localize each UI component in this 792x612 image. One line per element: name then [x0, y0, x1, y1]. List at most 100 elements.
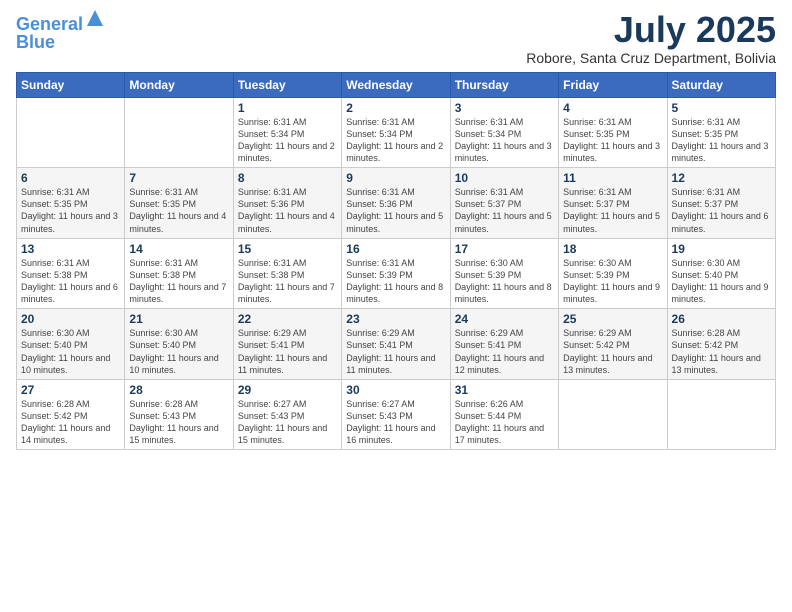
calendar-table: SundayMondayTuesdayWednesdayThursdayFrid…	[16, 72, 776, 451]
day-number: 13	[21, 242, 120, 256]
location-title: Robore, Santa Cruz Department, Bolivia	[526, 50, 776, 66]
day-number: 9	[346, 171, 445, 185]
weekday-header-thursday: Thursday	[450, 72, 558, 97]
weekday-header-tuesday: Tuesday	[233, 72, 341, 97]
day-info: Sunrise: 6:31 AM Sunset: 5:36 PM Dayligh…	[346, 186, 445, 235]
week-row-4: 20Sunrise: 6:30 AM Sunset: 5:40 PM Dayli…	[17, 309, 776, 380]
day-info: Sunrise: 6:31 AM Sunset: 5:37 PM Dayligh…	[563, 186, 662, 235]
day-info: Sunrise: 6:28 AM Sunset: 5:42 PM Dayligh…	[21, 398, 120, 447]
day-number: 20	[21, 312, 120, 326]
calendar-cell: 10Sunrise: 6:31 AM Sunset: 5:37 PM Dayli…	[450, 168, 558, 239]
calendar-cell: 28Sunrise: 6:28 AM Sunset: 5:43 PM Dayli…	[125, 379, 233, 450]
calendar-cell: 23Sunrise: 6:29 AM Sunset: 5:41 PM Dayli…	[342, 309, 450, 380]
day-info: Sunrise: 6:31 AM Sunset: 5:37 PM Dayligh…	[672, 186, 771, 235]
day-number: 11	[563, 171, 662, 185]
day-info: Sunrise: 6:31 AM Sunset: 5:37 PM Dayligh…	[455, 186, 554, 235]
calendar-cell: 6Sunrise: 6:31 AM Sunset: 5:35 PM Daylig…	[17, 168, 125, 239]
day-number: 24	[455, 312, 554, 326]
day-info: Sunrise: 6:27 AM Sunset: 5:43 PM Dayligh…	[346, 398, 445, 447]
day-number: 3	[455, 101, 554, 115]
day-info: Sunrise: 6:31 AM Sunset: 5:39 PM Dayligh…	[346, 257, 445, 306]
weekday-header-saturday: Saturday	[667, 72, 775, 97]
calendar-cell: 3Sunrise: 6:31 AM Sunset: 5:34 PM Daylig…	[450, 97, 558, 168]
day-number: 23	[346, 312, 445, 326]
day-info: Sunrise: 6:31 AM Sunset: 5:34 PM Dayligh…	[455, 116, 554, 165]
day-number: 1	[238, 101, 337, 115]
calendar-cell: 15Sunrise: 6:31 AM Sunset: 5:38 PM Dayli…	[233, 238, 341, 309]
logo: General Blue	[16, 10, 105, 51]
day-number: 4	[563, 101, 662, 115]
day-info: Sunrise: 6:29 AM Sunset: 5:41 PM Dayligh…	[455, 327, 554, 376]
header: General Blue July 2025 Robore, Santa Cru…	[16, 10, 776, 66]
day-info: Sunrise: 6:31 AM Sunset: 5:38 PM Dayligh…	[129, 257, 228, 306]
week-row-3: 13Sunrise: 6:31 AM Sunset: 5:38 PM Dayli…	[17, 238, 776, 309]
day-number: 19	[672, 242, 771, 256]
day-number: 12	[672, 171, 771, 185]
calendar-cell	[667, 379, 775, 450]
page-container: General Blue July 2025 Robore, Santa Cru…	[0, 0, 792, 458]
day-number: 21	[129, 312, 228, 326]
day-info: Sunrise: 6:31 AM Sunset: 5:38 PM Dayligh…	[21, 257, 120, 306]
calendar-cell: 8Sunrise: 6:31 AM Sunset: 5:36 PM Daylig…	[233, 168, 341, 239]
day-info: Sunrise: 6:27 AM Sunset: 5:43 PM Dayligh…	[238, 398, 337, 447]
day-number: 5	[672, 101, 771, 115]
calendar-cell: 13Sunrise: 6:31 AM Sunset: 5:38 PM Dayli…	[17, 238, 125, 309]
day-info: Sunrise: 6:29 AM Sunset: 5:41 PM Dayligh…	[238, 327, 337, 376]
day-info: Sunrise: 6:31 AM Sunset: 5:35 PM Dayligh…	[129, 186, 228, 235]
calendar-cell: 17Sunrise: 6:30 AM Sunset: 5:39 PM Dayli…	[450, 238, 558, 309]
day-number: 31	[455, 383, 554, 397]
day-number: 7	[129, 171, 228, 185]
weekday-header-monday: Monday	[125, 72, 233, 97]
day-info: Sunrise: 6:30 AM Sunset: 5:40 PM Dayligh…	[129, 327, 228, 376]
day-info: Sunrise: 6:28 AM Sunset: 5:42 PM Dayligh…	[672, 327, 771, 376]
calendar-cell: 22Sunrise: 6:29 AM Sunset: 5:41 PM Dayli…	[233, 309, 341, 380]
calendar-cell	[125, 97, 233, 168]
logo-icon	[85, 8, 105, 28]
day-info: Sunrise: 6:31 AM Sunset: 5:35 PM Dayligh…	[563, 116, 662, 165]
day-number: 16	[346, 242, 445, 256]
week-row-1: 1Sunrise: 6:31 AM Sunset: 5:34 PM Daylig…	[17, 97, 776, 168]
day-number: 25	[563, 312, 662, 326]
calendar-cell: 16Sunrise: 6:31 AM Sunset: 5:39 PM Dayli…	[342, 238, 450, 309]
day-number: 17	[455, 242, 554, 256]
day-info: Sunrise: 6:31 AM Sunset: 5:34 PM Dayligh…	[238, 116, 337, 165]
calendar-cell: 24Sunrise: 6:29 AM Sunset: 5:41 PM Dayli…	[450, 309, 558, 380]
day-info: Sunrise: 6:28 AM Sunset: 5:43 PM Dayligh…	[129, 398, 228, 447]
day-info: Sunrise: 6:29 AM Sunset: 5:41 PM Dayligh…	[346, 327, 445, 376]
day-info: Sunrise: 6:31 AM Sunset: 5:38 PM Dayligh…	[238, 257, 337, 306]
weekday-header-wednesday: Wednesday	[342, 72, 450, 97]
calendar-cell: 25Sunrise: 6:29 AM Sunset: 5:42 PM Dayli…	[559, 309, 667, 380]
calendar-cell: 27Sunrise: 6:28 AM Sunset: 5:42 PM Dayli…	[17, 379, 125, 450]
calendar-cell: 31Sunrise: 6:26 AM Sunset: 5:44 PM Dayli…	[450, 379, 558, 450]
day-number: 15	[238, 242, 337, 256]
day-info: Sunrise: 6:31 AM Sunset: 5:34 PM Dayligh…	[346, 116, 445, 165]
calendar-cell: 21Sunrise: 6:30 AM Sunset: 5:40 PM Dayli…	[125, 309, 233, 380]
weekday-header-row: SundayMondayTuesdayWednesdayThursdayFrid…	[17, 72, 776, 97]
logo-general: General	[16, 14, 83, 34]
day-number: 28	[129, 383, 228, 397]
calendar-cell: 30Sunrise: 6:27 AM Sunset: 5:43 PM Dayli…	[342, 379, 450, 450]
day-info: Sunrise: 6:30 AM Sunset: 5:40 PM Dayligh…	[21, 327, 120, 376]
calendar-cell: 2Sunrise: 6:31 AM Sunset: 5:34 PM Daylig…	[342, 97, 450, 168]
title-block: July 2025 Robore, Santa Cruz Department,…	[526, 10, 776, 66]
day-number: 14	[129, 242, 228, 256]
calendar-cell: 26Sunrise: 6:28 AM Sunset: 5:42 PM Dayli…	[667, 309, 775, 380]
day-number: 6	[21, 171, 120, 185]
day-number: 29	[238, 383, 337, 397]
day-info: Sunrise: 6:26 AM Sunset: 5:44 PM Dayligh…	[455, 398, 554, 447]
day-info: Sunrise: 6:31 AM Sunset: 5:35 PM Dayligh…	[672, 116, 771, 165]
calendar-cell: 20Sunrise: 6:30 AM Sunset: 5:40 PM Dayli…	[17, 309, 125, 380]
calendar-cell: 7Sunrise: 6:31 AM Sunset: 5:35 PM Daylig…	[125, 168, 233, 239]
day-number: 30	[346, 383, 445, 397]
calendar-cell: 14Sunrise: 6:31 AM Sunset: 5:38 PM Dayli…	[125, 238, 233, 309]
day-info: Sunrise: 6:31 AM Sunset: 5:35 PM Dayligh…	[21, 186, 120, 235]
weekday-header-sunday: Sunday	[17, 72, 125, 97]
week-row-5: 27Sunrise: 6:28 AM Sunset: 5:42 PM Dayli…	[17, 379, 776, 450]
calendar-cell: 1Sunrise: 6:31 AM Sunset: 5:34 PM Daylig…	[233, 97, 341, 168]
calendar-cell: 19Sunrise: 6:30 AM Sunset: 5:40 PM Dayli…	[667, 238, 775, 309]
calendar-cell: 18Sunrise: 6:30 AM Sunset: 5:39 PM Dayli…	[559, 238, 667, 309]
day-info: Sunrise: 6:30 AM Sunset: 5:39 PM Dayligh…	[455, 257, 554, 306]
calendar-cell: 9Sunrise: 6:31 AM Sunset: 5:36 PM Daylig…	[342, 168, 450, 239]
calendar-cell: 12Sunrise: 6:31 AM Sunset: 5:37 PM Dayli…	[667, 168, 775, 239]
calendar-cell: 29Sunrise: 6:27 AM Sunset: 5:43 PM Dayli…	[233, 379, 341, 450]
